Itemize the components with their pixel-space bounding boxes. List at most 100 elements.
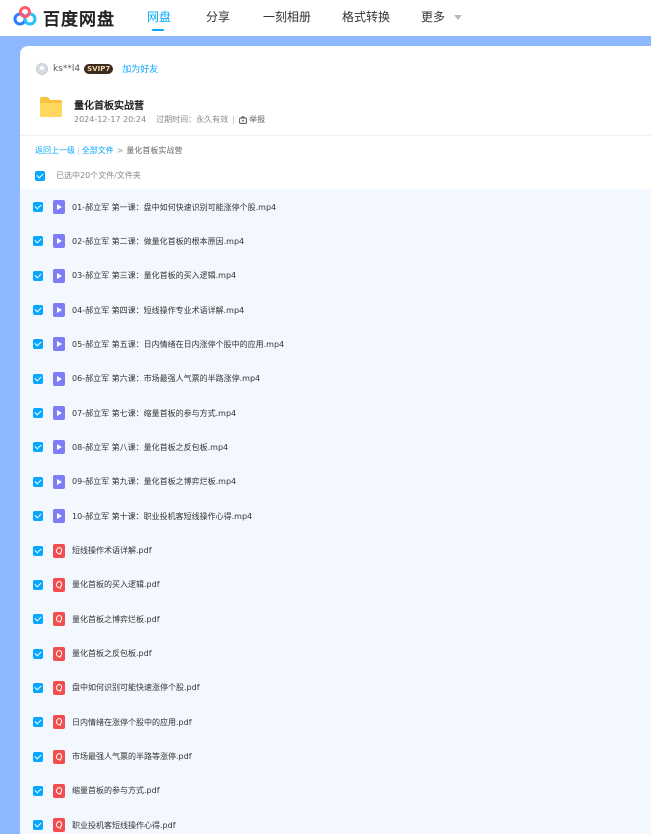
file-name[interactable]: 05-郝立军 第五课：日内情绪在日内涨停个股中的应用.mp4 — [72, 339, 284, 350]
nav-moment-album[interactable]: 一刻相册 — [263, 8, 311, 25]
breadcrumb-arrow-icon: > — [116, 146, 124, 155]
pdf-file-icon — [53, 612, 65, 627]
file-checkbox[interactable] — [33, 682, 43, 693]
breadcrumb-current: 量化首板实战营 — [126, 146, 183, 155]
pdf-file-icon — [53, 818, 65, 833]
vip-badge: SVIP7 — [84, 63, 114, 74]
breadcrumb-all-files[interactable]: 全部文件 — [82, 146, 114, 155]
header-divider — [20, 135, 651, 136]
video-file-icon — [53, 406, 65, 421]
report-icon — [239, 115, 247, 124]
file-checkbox[interactable] — [33, 511, 43, 522]
sharer-info: ks**l4 SVIP7 加为好友 — [36, 62, 158, 75]
file-checkbox[interactable] — [33, 785, 43, 796]
file-checkbox[interactable] — [33, 202, 43, 212]
select-all-checkbox[interactable] — [35, 170, 45, 181]
report-label: 举报 — [249, 115, 266, 124]
file-checkbox[interactable] — [33, 236, 43, 247]
file-row[interactable]: 短线操作术语详解.pdf — [20, 534, 651, 568]
file-name[interactable]: 量化首板的买入逻辑.pdf — [72, 579, 160, 590]
nav-netdisk[interactable]: 网盘 — [147, 8, 171, 25]
file-checkbox[interactable] — [33, 442, 43, 453]
video-file-icon — [53, 371, 65, 386]
select-all-row: 已选中20个文件/文件夹 — [35, 170, 141, 181]
file-row[interactable]: 06-郝立军 第六课：市场最强人气票的半路涨停.mp4 — [20, 362, 651, 396]
nav-format-convert[interactable]: 格式转换 — [342, 8, 390, 25]
file-row[interactable]: 市场最强人气票的半路等涨停.pdf — [20, 740, 651, 774]
active-tab-indicator — [152, 29, 164, 31]
breadcrumb-back[interactable]: 返回上一级 — [35, 146, 75, 155]
share-meta: 2024-12-17 20:24 过期时间：永久有效 举报 — [74, 114, 265, 125]
file-checkbox[interactable] — [33, 614, 43, 625]
file-row[interactable]: 07-郝立军 第七课：缩量首板的参与方式.mp4 — [20, 396, 651, 430]
file-row[interactable]: 职业投机客短线操作心得.pdf — [20, 808, 651, 834]
pdf-file-icon — [53, 749, 65, 764]
file-name[interactable]: 04-郝立军 第四课：短线操作专业术语详解.mp4 — [72, 305, 244, 316]
video-file-icon — [53, 474, 65, 489]
file-name[interactable]: 03-郝立军 第三课：量化首板的买入逻辑.mp4 — [72, 270, 236, 281]
file-checkbox[interactable] — [33, 648, 43, 659]
selection-count: 已选中20个文件/文件夹 — [56, 171, 141, 180]
file-name[interactable]: 缩量首板的参与方式.pdf — [72, 785, 160, 796]
file-row[interactable]: 08-郝立军 第八课：量化首板之反包板.mp4 — [20, 430, 651, 464]
file-name[interactable]: 09-郝立军 第九课：量化首板之博弈烂板.mp4 — [72, 476, 236, 487]
share-date: 2024-12-17 20:24 — [74, 115, 147, 124]
file-checkbox[interactable] — [33, 820, 43, 831]
nav-more-label: 更多 — [421, 10, 446, 24]
file-checkbox[interactable] — [33, 305, 43, 316]
file-name[interactable]: 职业投机客短线操作心得.pdf — [72, 820, 176, 831]
file-name[interactable]: 02-郝立军 第二课：做量化首板的根本原因.mp4 — [72, 236, 244, 247]
file-row[interactable]: 01-郝立军 第一课：盘中如何快速识别可能涨停个股.mp4 — [20, 190, 651, 224]
pdf-file-icon — [53, 646, 65, 661]
avatar[interactable] — [36, 62, 48, 75]
file-row[interactable]: 03-郝立军 第三课：量化首板的买入逻辑.mp4 — [20, 259, 651, 293]
file-row[interactable]: 04-郝立军 第四课：短线操作专业术语详解.mp4 — [20, 293, 651, 327]
share-card: ks**l4 SVIP7 加为好友 量化首板实战营 2024-12-17 20:… — [20, 46, 651, 834]
file-checkbox[interactable] — [33, 408, 43, 419]
file-name[interactable]: 市场最强人气票的半路等涨停.pdf — [72, 751, 192, 762]
report-button[interactable]: 举报 — [239, 114, 265, 125]
video-file-icon — [53, 337, 65, 352]
file-name[interactable]: 10-郝立军 第十课：职业投机客短线操作心得.mp4 — [72, 511, 252, 522]
video-file-icon — [53, 268, 65, 283]
file-name[interactable]: 短线操作术语详解.pdf — [72, 545, 152, 556]
file-checkbox[interactable] — [33, 339, 43, 350]
share-title: 量化首板实战营 — [74, 101, 144, 112]
file-name[interactable]: 盘中如何识别可能快速涨停个股.pdf — [72, 682, 200, 693]
sharer-name[interactable]: ks**l4 — [53, 64, 80, 74]
file-checkbox[interactable] — [33, 476, 43, 487]
file-row[interactable]: 量化首板的买入逻辑.pdf — [20, 568, 651, 602]
file-name[interactable]: 08-郝立军 第八课：量化首板之反包板.mp4 — [72, 442, 228, 453]
nav-share[interactable]: 分享 — [206, 8, 230, 25]
file-checkbox[interactable] — [33, 751, 43, 762]
file-name[interactable]: 量化首板之反包板.pdf — [72, 648, 152, 659]
video-file-icon — [53, 234, 65, 249]
pdf-file-icon — [53, 783, 65, 798]
pdf-file-icon — [53, 680, 65, 695]
file-row[interactable]: 日内情绪在涨停个股中的应用.pdf — [20, 705, 651, 739]
file-row[interactable]: 02-郝立军 第二课：做量化首板的根本原因.mp4 — [20, 224, 651, 258]
nav-more[interactable]: 更多 — [421, 8, 462, 25]
file-row[interactable]: 量化首板之反包板.pdf — [20, 637, 651, 671]
file-row[interactable]: 盘中如何识别可能快速涨停个股.pdf — [20, 671, 651, 705]
pdf-file-icon — [53, 543, 65, 558]
file-checkbox[interactable] — [33, 545, 43, 556]
file-row[interactable]: 05-郝立军 第五课：日内情绪在日内涨停个股中的应用.mp4 — [20, 327, 651, 361]
file-row[interactable]: 缩量首板的参与方式.pdf — [20, 774, 651, 808]
file-name[interactable]: 日内情绪在涨停个股中的应用.pdf — [72, 717, 192, 728]
file-name[interactable]: 01-郝立军 第一课：盘中如何快速识别可能涨停个股.mp4 — [72, 202, 276, 213]
video-file-icon — [53, 509, 65, 524]
pdf-file-icon — [53, 715, 65, 730]
file-name[interactable]: 06-郝立军 第六课：市场最强人气票的半路涨停.mp4 — [72, 373, 260, 384]
brand-logo[interactable]: 百度网盘 — [13, 4, 115, 30]
file-row[interactable]: 量化首板之博弈烂板.pdf — [20, 602, 651, 636]
file-row[interactable]: 09-郝立军 第九课：量化首板之博弈烂板.mp4 — [20, 465, 651, 499]
add-friend-button[interactable]: 加为好友 — [122, 62, 158, 75]
file-checkbox[interactable] — [33, 579, 43, 590]
file-checkbox[interactable] — [33, 270, 43, 281]
file-checkbox[interactable] — [33, 717, 43, 728]
file-row[interactable]: 10-郝立军 第十课：职业投机客短线操作心得.mp4 — [20, 499, 651, 533]
file-checkbox[interactable] — [33, 373, 43, 384]
file-name[interactable]: 量化首板之博弈烂板.pdf — [72, 614, 160, 625]
file-name[interactable]: 07-郝立军 第七课：缩量首板的参与方式.mp4 — [72, 408, 236, 419]
